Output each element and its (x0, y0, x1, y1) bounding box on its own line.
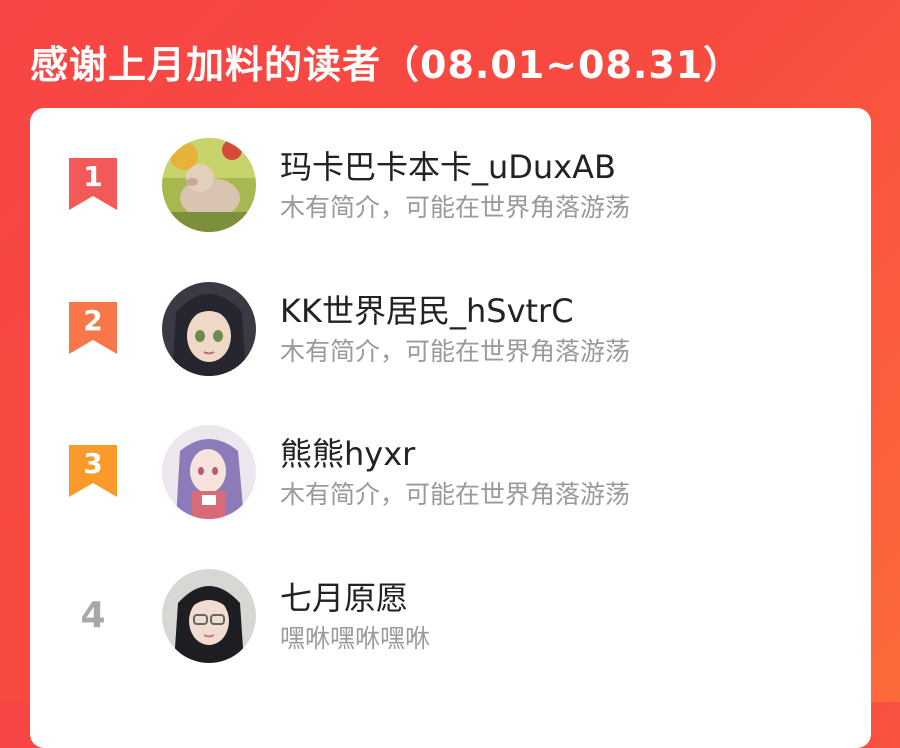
reader-bio: 嘿咻嘿咻嘿咻 (280, 624, 431, 653)
reader-bio: 木有简介，可能在世界角落游荡 (280, 480, 631, 509)
rank-number: 3 (83, 447, 103, 480)
reader-row[interactable]: 4 七月原愿 嘿咻嘿咻嘿咻 (30, 539, 871, 663)
reader-row[interactable]: 1 玛卡巴卡本卡_uDuxAB 木有简介，可能在世界角落游荡 (30, 108, 871, 232)
rank-number: 1 (83, 160, 103, 193)
rank-badge-1: 1 (69, 158, 117, 210)
avatar[interactable] (162, 282, 256, 376)
rank-number: 2 (83, 304, 103, 337)
reader-bio: 木有简介，可能在世界角落游荡 (280, 337, 631, 366)
rank-number: 4 (80, 595, 106, 636)
rank-badge-2: 2 (69, 302, 117, 354)
anime-girl-avatar-icon (162, 425, 256, 519)
person-avatar-icon (162, 569, 256, 663)
anime-girl-avatar-icon (162, 282, 256, 376)
page-title: 感谢上月加料的读者（08.01~08.31） (30, 43, 743, 87)
reader-bio: 木有简介，可能在世界角落游荡 (280, 193, 631, 222)
avatar[interactable] (162, 138, 256, 232)
reader-list-card: 1 玛卡巴卡本卡_uDuxAB 木有简介，可能在世界角落游荡 2 KK世界居民_… (30, 108, 871, 748)
reader-row[interactable]: 2 KK世界居民_hSvtrC 木有简介，可能在世界角落游荡 (30, 252, 871, 376)
pig-avatar-icon (162, 138, 256, 232)
avatar[interactable] (162, 425, 256, 519)
reader-name: 七月原愿 (280, 579, 409, 617)
reader-name: KK世界居民_hSvtrC (280, 292, 574, 330)
reader-name: 熊熊hyxr (280, 435, 416, 473)
avatar[interactable] (162, 569, 256, 663)
rank-badge-3: 3 (69, 445, 117, 497)
reader-row[interactable]: 3 熊熊hyxr 木有简介，可能在世界角落游荡 (30, 395, 871, 519)
reader-name: 玛卡巴卡本卡_uDuxAB (280, 148, 616, 186)
